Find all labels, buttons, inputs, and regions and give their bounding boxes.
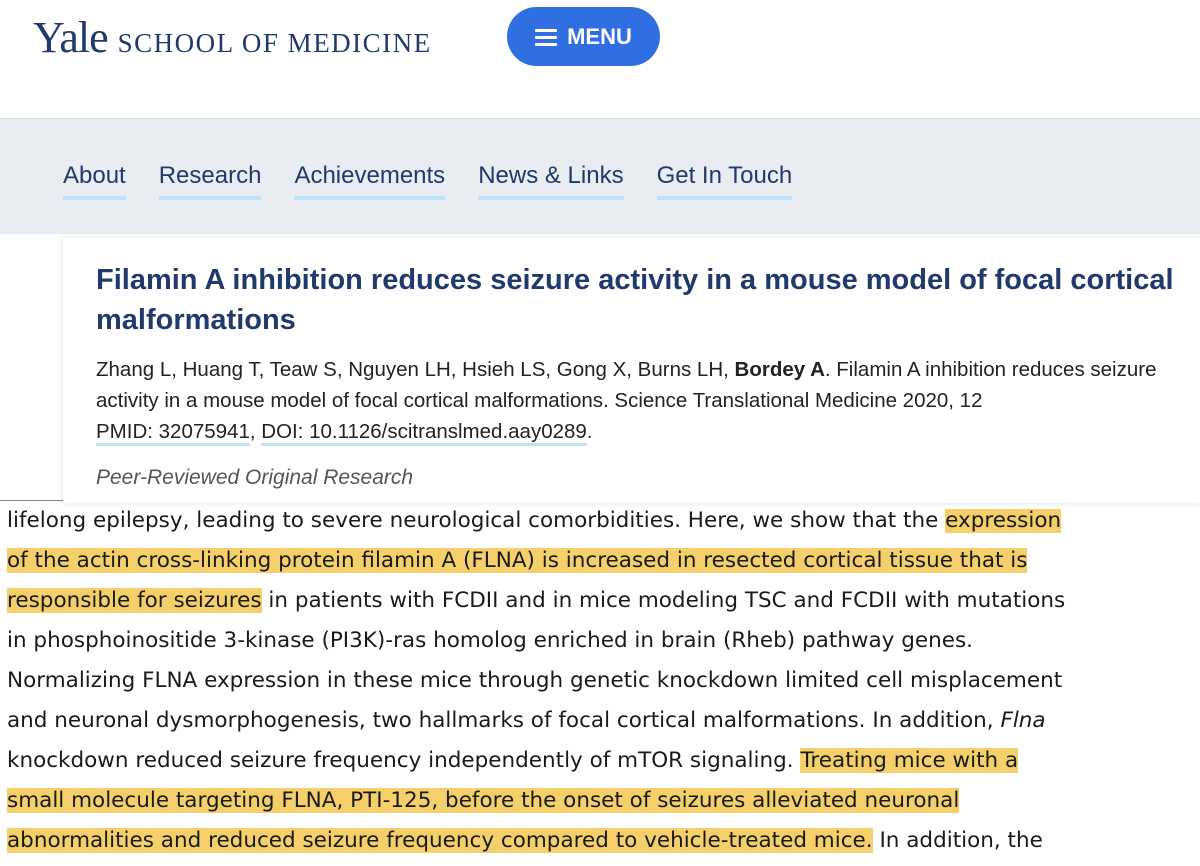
site-header: Yale SCHOOL OF MEDICINE MENU — [0, 0, 1200, 118]
publication-type: Peer-Reviewed Original Research — [96, 466, 414, 489]
menu-label: MENU — [567, 23, 632, 49]
pmid-link[interactable]: PMID: 32075941 — [96, 420, 250, 446]
abstract-line: Normalizing FLNA expression in these mic… — [7, 668, 1063, 693]
section-nav-band: About Research Achievements News & Links… — [0, 118, 1200, 234]
abstract-highlight: Treating mice with a — [800, 748, 1019, 773]
doi-link[interactable]: DOI: 10.1126/scitranslmed.aay0289 — [261, 420, 587, 446]
abstract-highlight: abnormalities and reduced seizure freque… — [7, 828, 873, 853]
abstract-highlight: of the actin cross-linking protein filam… — [7, 548, 1028, 573]
citation-highlight-author: Bordey A — [734, 358, 825, 381]
nav-item-research[interactable]: Research — [158, 162, 262, 200]
abstract-line: lifelong epilepsy, leading to severe neu… — [7, 508, 1062, 533]
abstract-line: of the actin cross-linking protein filam… — [7, 543, 1028, 579]
abstract-line: small molecule targeting FLNA, PTI-125, … — [7, 783, 960, 819]
abstract-line: responsible for seizures in patients wit… — [7, 588, 1066, 613]
abstract-highlight: expression — [945, 508, 1062, 533]
publication-title[interactable]: Filamin A inhibition reduces seizure act… — [96, 260, 1176, 340]
citation-authors: Zhang L, Huang T, Teaw S, Nguyen LH, Hsi… — [96, 358, 735, 381]
logo-secondary: SCHOOL OF MEDICINE — [117, 28, 432, 58]
nav-item-get-in-touch[interactable]: Get In Touch — [656, 162, 793, 200]
nav-item-about[interactable]: About — [63, 162, 126, 200]
nav-item-news-links[interactable]: News & Links — [478, 162, 624, 200]
nav-item-achievements[interactable]: Achievements — [294, 162, 446, 200]
menu-button[interactable]: MENU — [507, 7, 660, 66]
abstract-line: and neuronal dysmorphogenesis, two hallm… — [7, 708, 1046, 733]
abstract-line: knockdown reduced seizure frequency inde… — [7, 748, 1019, 773]
abstract-line: in phosphoinositide 3-kinase (PI3K)-ras … — [7, 628, 973, 653]
publication-citation: Zhang L, Huang T, Teaw S, Nguyen LH, Hsi… — [96, 354, 1186, 447]
yale-logo[interactable]: Yale SCHOOL OF MEDICINE — [33, 12, 432, 63]
publication-card: Filamin A inhibition reduces seizure act… — [63, 238, 1200, 503]
abstract-highlight: small molecule targeting FLNA, PTI-125, … — [7, 788, 960, 813]
abstract-line: abnormalities and reduced seizure freque… — [7, 828, 1043, 853]
hamburger-icon — [535, 28, 558, 46]
logo-primary: Yale — [33, 13, 109, 62]
section-nav: About Research Achievements News & Links… — [63, 162, 793, 200]
abstract-excerpt: lifelong epilepsy, leading to severe neu… — [0, 500, 1200, 866]
abstract-highlight: responsible for seizures — [7, 588, 262, 613]
